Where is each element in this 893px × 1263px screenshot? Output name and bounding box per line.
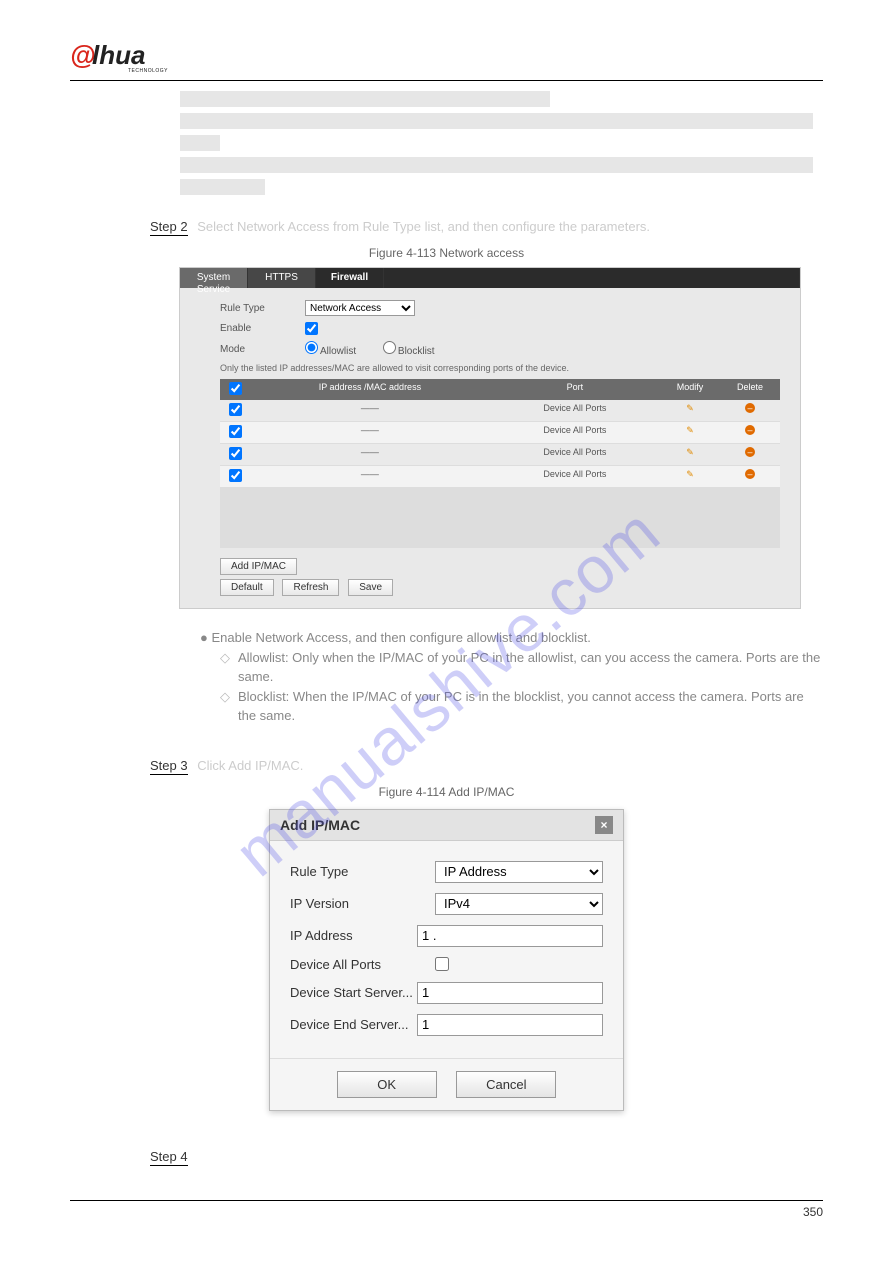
table-row: —— Device All Ports ✎ –: [220, 466, 780, 488]
page-number: 350: [70, 1205, 823, 1219]
step-2-text: Select Network Access from Rule Type lis…: [197, 219, 650, 234]
dlg-start-port-label: Device Start Server...: [290, 985, 417, 1000]
table-row: —— Device All Ports ✎ –: [220, 444, 780, 466]
dlg-all-ports-label: Device All Ports: [290, 957, 435, 972]
delete-icon[interactable]: –: [745, 447, 755, 457]
tab-firewall[interactable]: Firewall: [316, 268, 384, 288]
cancel-button[interactable]: Cancel: [456, 1071, 556, 1098]
dlg-rule-type-select[interactable]: IP Address: [435, 861, 603, 883]
redacted-line: [180, 113, 813, 129]
dlg-ip-address-input[interactable]: [417, 925, 603, 947]
edit-icon[interactable]: ✎: [686, 425, 694, 435]
mode-label: Mode: [220, 344, 305, 355]
edit-icon[interactable]: ✎: [686, 447, 694, 457]
default-button[interactable]: Default: [220, 579, 274, 596]
brand-logo: @ lhua TECHNOLOGY: [70, 40, 823, 74]
mode-blocklist-radio[interactable]: [383, 341, 396, 354]
desc-blocklist: Blocklist: When the IP/MAC of your PC is…: [238, 687, 823, 726]
dlg-end-port-label: Device End Server...: [290, 1017, 417, 1032]
enable-label: Enable: [220, 323, 305, 334]
rule-type-select[interactable]: Network Access: [305, 300, 415, 316]
col-modify-header: Modify: [660, 379, 720, 400]
edit-icon[interactable]: ✎: [686, 403, 694, 413]
svg-text:TECHNOLOGY: TECHNOLOGY: [128, 68, 168, 74]
row-checkbox[interactable]: [229, 469, 242, 482]
firewall-table: IP address /MAC address Port Modify Dele…: [220, 379, 780, 548]
step-3-text: Click Add IP/MAC.: [197, 758, 303, 773]
tab-system-service[interactable]: System Service: [180, 268, 248, 288]
add-ip-mac-dialog: Add IP/MAC × Rule Type IP Address IP Ver…: [269, 809, 624, 1111]
edit-icon[interactable]: ✎: [686, 469, 694, 479]
desc-enable: Enable Network Access, and then configur…: [211, 630, 590, 645]
add-ip-mac-button[interactable]: Add IP/MAC: [220, 558, 297, 575]
row-checkbox[interactable]: [229, 447, 242, 460]
dlg-start-port-input[interactable]: [417, 982, 603, 1004]
step-2-label: Step 2: [150, 219, 188, 236]
delete-icon[interactable]: –: [745, 425, 755, 435]
firewall-panel: System Service HTTPS Firewall Rule Type …: [180, 268, 800, 608]
mode-allowlist-radio[interactable]: [305, 341, 318, 354]
row-checkbox[interactable]: [229, 425, 242, 438]
table-row: —— Device All Ports ✎ –: [220, 400, 780, 422]
figure-caption-2: Figure 4-114 Add IP/MAC: [70, 785, 823, 799]
row-checkbox[interactable]: [229, 403, 242, 416]
desc-allowlist: Allowlist: Only when the IP/MAC of your …: [238, 648, 823, 687]
delete-icon[interactable]: –: [745, 403, 755, 413]
delete-icon[interactable]: –: [745, 469, 755, 479]
step-3-label: Step 3: [150, 758, 188, 775]
dlg-rule-type-label: Rule Type: [290, 864, 435, 879]
redacted-line: [180, 157, 813, 173]
dlg-all-ports-checkbox[interactable]: [435, 957, 449, 971]
dlg-ip-address-label: IP Address: [290, 928, 417, 943]
ok-button[interactable]: OK: [337, 1071, 437, 1098]
col-port-header: Port: [490, 379, 660, 400]
tab-https[interactable]: HTTPS: [248, 268, 316, 288]
dlg-ip-version-label: IP Version: [290, 896, 435, 911]
col-ip-header: IP address /MAC address: [250, 379, 490, 400]
step-4-label: Step 4: [150, 1149, 188, 1166]
dialog-title: Add IP/MAC: [280, 817, 360, 833]
enable-checkbox[interactable]: [305, 322, 318, 335]
table-row: —— Device All Ports ✎ –: [220, 422, 780, 444]
dlg-end-port-input[interactable]: [417, 1014, 603, 1036]
col-delete-header: Delete: [720, 379, 780, 400]
refresh-button[interactable]: Refresh: [282, 579, 339, 596]
redacted-line: [180, 135, 220, 151]
rule-type-label: Rule Type: [220, 303, 305, 314]
svg-text:lhua: lhua: [92, 40, 145, 70]
figure-caption-1: Figure 4-113 Network access: [70, 246, 823, 260]
close-icon[interactable]: ×: [595, 816, 613, 834]
dlg-ip-version-select[interactable]: IPv4: [435, 893, 603, 915]
table-check-all[interactable]: [229, 382, 242, 395]
firewall-note: Only the listed IP addresses/MAC are all…: [220, 363, 780, 373]
save-button[interactable]: Save: [348, 579, 393, 596]
redacted-line: [180, 179, 265, 195]
redacted-line: [180, 91, 550, 107]
